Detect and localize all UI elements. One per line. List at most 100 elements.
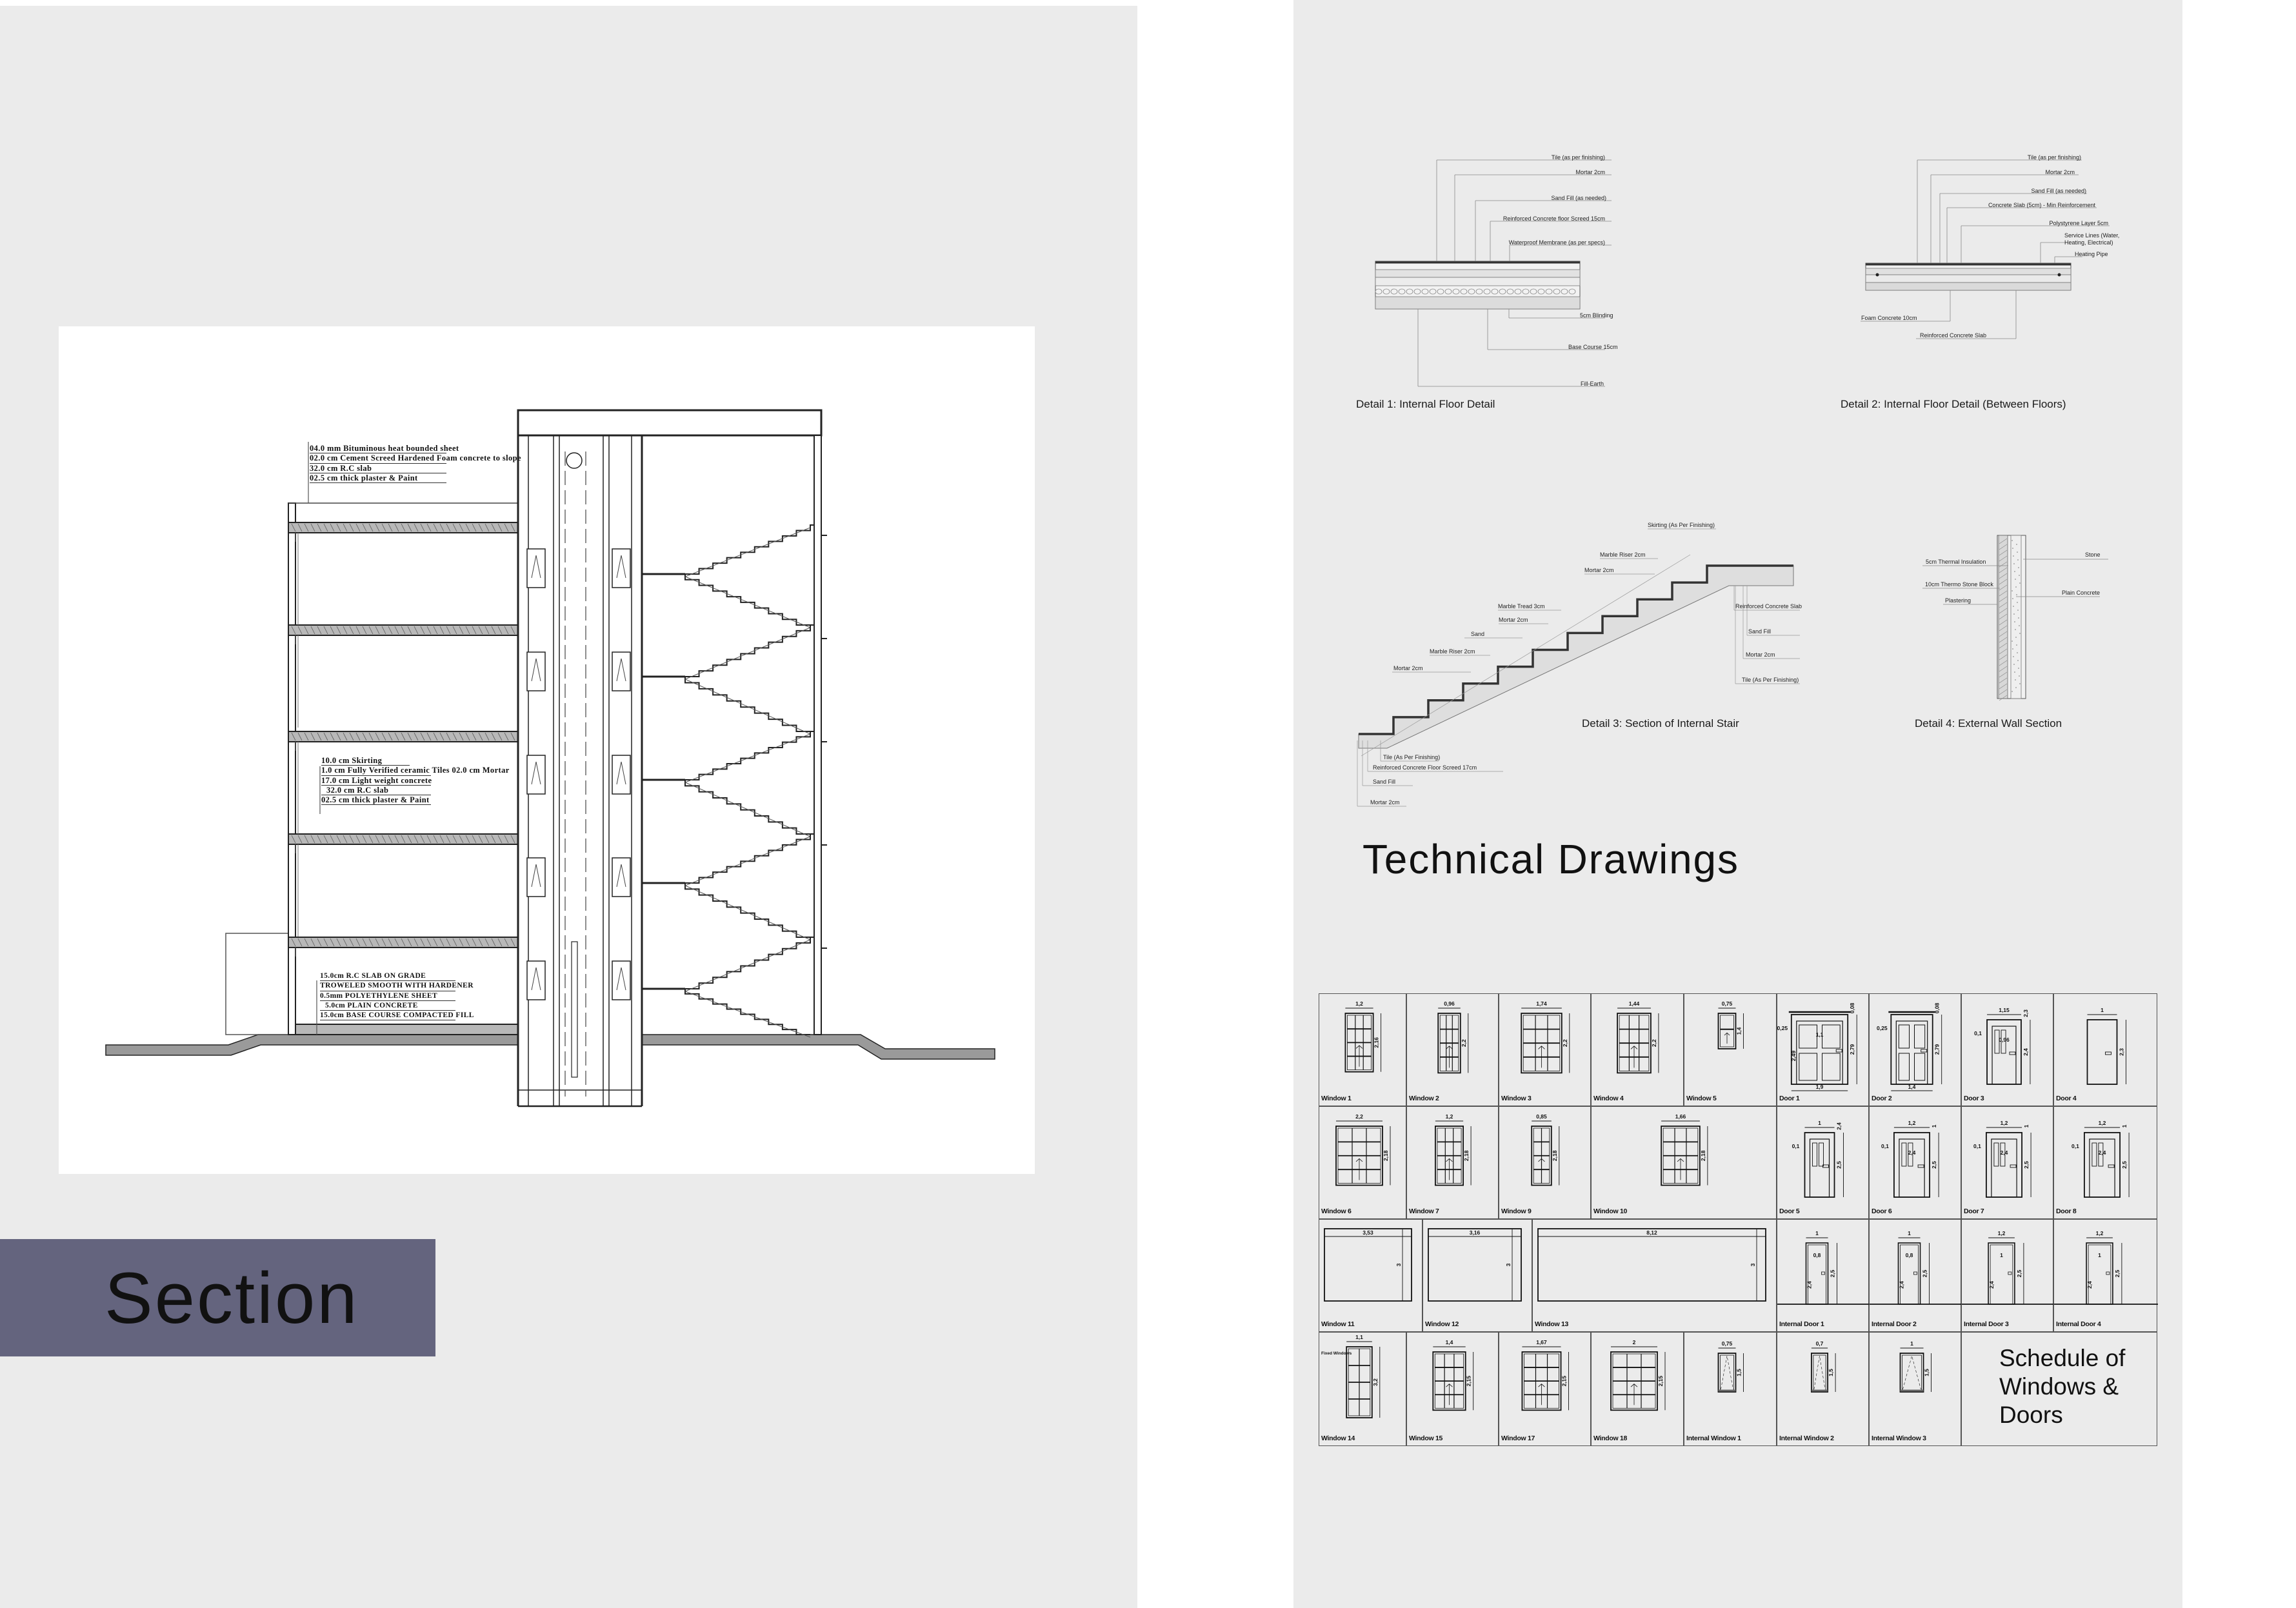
schedule-cell-internal-door-2: 1 2,5 0,8 2,4 Internal Door 2 (1869, 1219, 1962, 1332)
width-dimension: 1,15 (1999, 1007, 2010, 1013)
height-dimension: 1,5 (1924, 1369, 1930, 1376)
extra-dimension: 0,1 (1792, 1143, 1800, 1149)
window-drawing: 1,66 2,18 (1661, 1113, 1708, 1186)
door-frame (1804, 1132, 1835, 1198)
schedule-cell-door-2: 1,4 2,79 0,25 0,08 Door 2 (1869, 993, 1961, 1106)
section-heading-box: Section (0, 1239, 435, 1356)
note: 5.0cm PLAIN CONCRETE (320, 1001, 455, 1011)
detail2-label: Sand Fill (as needed) (2031, 188, 2086, 194)
extra-dimension: 0,08 (1934, 1002, 1941, 1013)
schedule-cell-door-8: 1,2 2,5 0,1 1 2,4 Door 8 (2053, 1106, 2157, 1219)
height-dimension: 2,15 (1657, 1376, 1664, 1387)
door-leaf (1895, 1020, 1928, 1085)
height-dimension: 2,5 (1922, 1269, 1928, 1277)
door-drawing: 1,2 2,5 0,1 1 2,4 (1881, 1120, 1939, 1198)
height-dimension: 2,18 (1700, 1150, 1706, 1161)
schedule-cell-door-7: 1,2 2,5 0,1 1 2,4 Door 7 (1961, 1106, 2053, 1219)
schedule-item-label: Window 5 (1686, 1095, 1717, 1102)
extra-dimension: 0,08 (1849, 1002, 1855, 1013)
window-drawing: 0,85 2,18 (1531, 1113, 1560, 1186)
schedule-cell-window-6: 2,2 2,18 Window 6 (1319, 1106, 1406, 1219)
detail1-label: Base Course 15cm (1568, 344, 1618, 350)
schedule-cell-door-6: 1,2 2,5 0,1 1 2,4 Door 6 (1869, 1106, 1961, 1219)
extra-dimension: 0,25 (1777, 1025, 1788, 1031)
note: 02.0 cm Cement Screed Hardened Foam conc… (310, 453, 521, 464)
detail1-label: Mortar 2cm (1575, 169, 1605, 175)
door-double-drawing: 1,9 2,79 0,25 0,08 1,1 2,49 (1777, 1002, 1857, 1091)
extra-dimension: 2,4 (2086, 1281, 2093, 1289)
floor-notes: 10.0 cm Skirting 1.0 cm Fully Verified c… (321, 756, 510, 806)
door-handle-icon (2009, 1051, 2016, 1055)
schedule-cell-window-15: 1,4 2,15 Window 15 (1406, 1332, 1499, 1446)
note: 32.0 cm R.C slab (321, 786, 431, 796)
extra-dimension: 0,96 (1999, 1037, 2010, 1043)
height-dimension: 2,2 (1461, 1039, 1467, 1047)
detail2-label: Foam Concrete 10cm (1861, 315, 1917, 321)
extra-dimension: 2,4 (1899, 1281, 1905, 1289)
schedule-item-label: Window 14 (1321, 1434, 1355, 1442)
schedule-item-label: Internal Window 3 (1872, 1434, 1926, 1442)
schedule-item-label: Door 7 (1964, 1207, 1984, 1215)
extra-dimension: 1 (2098, 1252, 2101, 1258)
schedule-title-line: Schedule of (1999, 1345, 2126, 1371)
fixed-windows-note: Fixed Windows (1321, 1351, 1352, 1356)
schedule-item-label: Window 6 (1321, 1207, 1352, 1215)
schedule-cell-internal-door-3: 1,2 2,5 1 2,4 Internal Door 3 (1961, 1219, 2054, 1332)
height-dimension: 2,79 (1934, 1044, 1941, 1055)
height-dimension: 2,3 (2119, 1048, 2125, 1056)
detail2-label: Heating Pipe (2075, 251, 2108, 257)
detail1-title: Detail 1: Internal Floor Detail (1356, 398, 1495, 410)
door-drawing: 1,2 2,5 0,1 1 2,4 (1973, 1120, 2031, 1198)
schedule-cell-window-4: 1,44 2,2 Window 4 (1591, 993, 1684, 1106)
schedule-cell-window-5: 0,75 1,4 Window 5 (1684, 993, 1777, 1106)
extra-dimension: 0,8 (1813, 1252, 1821, 1258)
width-dimension: 1,44 (1629, 1000, 1640, 1007)
panel-drawing: 3,16 3 (1428, 1228, 1522, 1302)
extra-dimension: 1 (2023, 1124, 2030, 1127)
detail3-label: Sand Fill (1748, 628, 1772, 635)
height-dimension: 2,5 (2121, 1161, 2128, 1169)
schedule-cell-internal-door-1: 1 2,5 0,8 2,4 Internal Door 1 (1777, 1219, 1870, 1332)
note: 04.0 mm Bituminous heat bounded sheet (310, 444, 459, 454)
extra-dimension: 0,1 (1974, 1030, 1982, 1037)
door-leaf (1796, 1020, 1843, 1085)
width-dimension: 1 (1910, 1340, 1913, 1347)
schedule-cell-internal-window-3: 1 1,5 Internal Window 3 (1869, 1332, 1961, 1446)
height-dimension: 3 (1395, 1263, 1402, 1266)
schedule-cell-window-2: 0,96 2,2 Window 2 (1406, 993, 1499, 1106)
schedule-cell-door-4: 1 2,3 Door 4 (2053, 993, 2157, 1106)
schedule-item-label: Door 8 (2056, 1207, 2077, 1215)
schedule-title: Schedule of Windows & Doors (1999, 1344, 2125, 1429)
extra-dimension: 1,1 (1816, 1031, 1824, 1038)
schedule-item-label: Window 10 (1593, 1207, 1628, 1215)
schedule-item-label: Internal Door 3 (1964, 1320, 2009, 1328)
schedule-cell-door-1: 1,9 2,79 0,25 0,08 1,1 2,49 Door 1 (1777, 993, 1869, 1106)
schedule-item-label: Internal Door 1 (1779, 1320, 1824, 1328)
door-frame (2086, 1019, 2118, 1085)
tilt-open-icon (1902, 1355, 1921, 1390)
window-frame (1717, 1353, 1737, 1393)
height-dimension: 2,2 (1651, 1039, 1657, 1047)
extra-dimension: 2,3 (2022, 1009, 2029, 1017)
detail1-label: Waterproof Membrane (as per specs) (1508, 239, 1605, 246)
height-dimension: 2,15 (1561, 1376, 1568, 1387)
panel-drawing: 3,53 3 (1324, 1228, 1412, 1302)
window-drawing: 1,44 2,2 (1617, 1000, 1659, 1074)
extra-dimension: 1 (2000, 1252, 2003, 1258)
schedule-cell-window-10: 1,66 2,18 Window 10 (1591, 1106, 1777, 1219)
width-dimension: 1 (1818, 1120, 1821, 1126)
schedule-item-label: Window 2 (1409, 1095, 1439, 1102)
schedule-item-label: Door 6 (1872, 1207, 1892, 1215)
note: TROWELED SMOOTH WITH HARDENER (320, 981, 474, 991)
door-double-drawing: 1,4 2,79 0,25 0,08 (1877, 1002, 1942, 1091)
note: 02.5 cm thick plaster & Paint (310, 473, 446, 484)
schedule-item-label: Window 4 (1593, 1095, 1624, 1102)
door-panel (1799, 1024, 1817, 1049)
height-dimension: 1,5 (1736, 1369, 1742, 1376)
schedule-cell-window-3: 1,74 2,2 Window 3 (1499, 993, 1591, 1106)
width-dimension: 1,2 (1355, 1000, 1363, 1007)
width-dimension: 1,9 (1816, 1084, 1824, 1090)
note: 1.0 cm Fully Verified ceramic Tiles 02.0… (321, 766, 510, 776)
detail3-label: Tile (As Per Finishing) (1742, 677, 1799, 683)
width-dimension: 1,2 (1908, 1120, 1916, 1126)
